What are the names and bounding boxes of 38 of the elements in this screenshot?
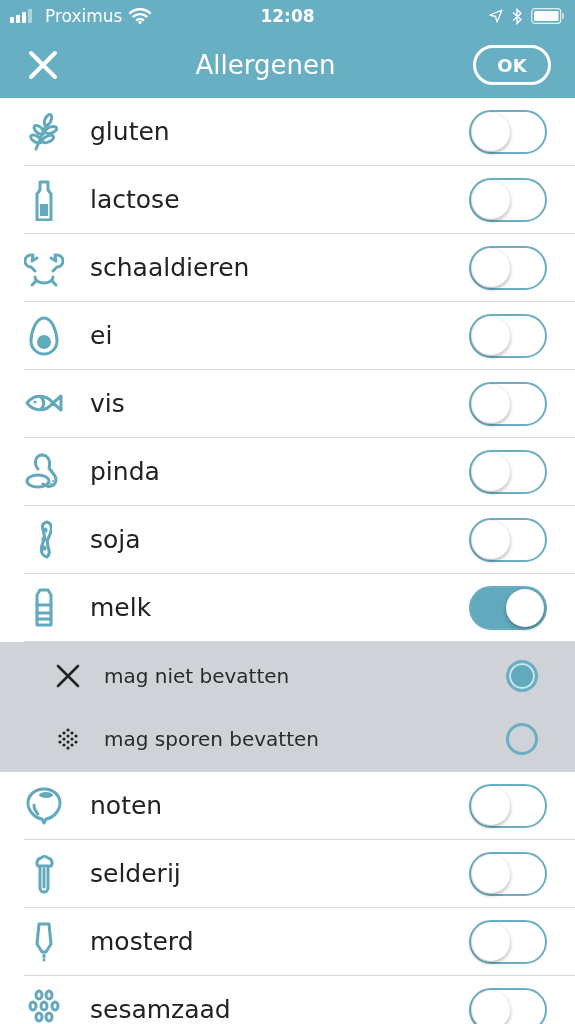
option-label: mag sporen bevatten [104, 726, 321, 751]
allergen-label: ei [90, 321, 114, 350]
allergen-label: melk [90, 593, 153, 622]
ok-button[interactable]: OK [473, 45, 551, 85]
allergen-label: noten [90, 791, 164, 820]
carrier-name: Proximus [45, 6, 123, 26]
bluetooth-icon [512, 7, 522, 25]
toggle-switch[interactable] [469, 109, 547, 154]
allergen-label: mosterd [90, 927, 195, 956]
toggle-switch[interactable] [469, 919, 547, 964]
toggle-switch[interactable] [469, 313, 547, 358]
close-button[interactable] [28, 50, 58, 80]
toggle-switch[interactable] [469, 987, 547, 1024]
allergen-label: gluten [90, 117, 171, 146]
radio-button[interactable] [506, 722, 538, 755]
location-arrow-icon [489, 9, 503, 23]
toggle-switch[interactable] [469, 517, 547, 562]
screen-title: Allergenen [195, 50, 336, 80]
toggle-switch[interactable] [469, 585, 547, 630]
allergen-label: vis [90, 389, 126, 418]
wifi-icon [129, 8, 152, 24]
battery-icon [531, 8, 565, 24]
toggle-switch[interactable] [469, 851, 547, 896]
toggle-switch[interactable] [469, 783, 547, 828]
allergen-label: soja [90, 525, 142, 554]
allergen-label: lactose [90, 185, 181, 214]
clock-time: 12:08 [260, 6, 315, 26]
toggle-switch[interactable] [469, 449, 547, 494]
close-icon [28, 50, 58, 80]
toggle-switch[interactable] [469, 245, 547, 290]
option-label: mag niet bevatten [104, 663, 291, 688]
allergen-label: pinda [90, 457, 161, 486]
toggle-switch[interactable] [469, 381, 547, 426]
allergen-label: sesamzaad [90, 995, 232, 1024]
allergen-label: selderij [90, 859, 182, 888]
toggle-switch[interactable] [469, 177, 547, 222]
allergen-label: schaaldieren [90, 253, 251, 282]
radio-button[interactable] [506, 659, 538, 692]
